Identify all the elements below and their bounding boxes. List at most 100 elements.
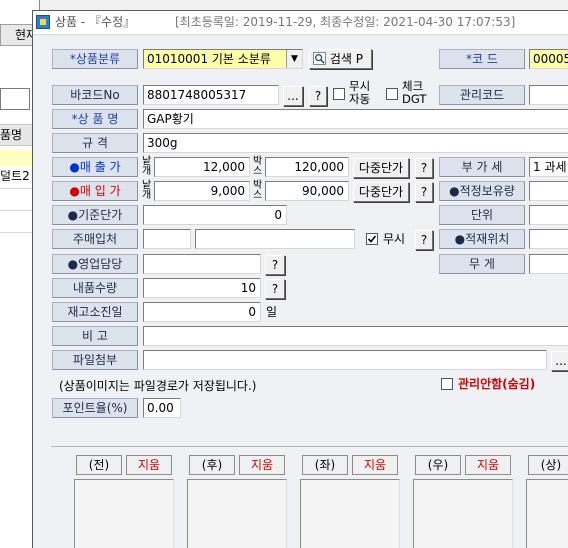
weight-label: 무 게 [439, 254, 525, 274]
category-select[interactable]: 01010001 기본 소분류 ▼ [143, 49, 303, 69]
search-button-label: 검색 P [329, 52, 363, 66]
image-front-delete-button[interactable]: 지움 [126, 455, 172, 475]
main-supplier-name-input[interactable] [195, 229, 355, 249]
spec-input[interactable]: 300g [143, 133, 568, 153]
sales-rep-label: ●영업담당 [52, 254, 138, 274]
sale-unit-price-input[interactable]: 12,000 [154, 157, 250, 177]
product-edit-window: 상품 - 『수정』 [최초등록일: 2019-11-29, 최종수정일: 202… [32, 10, 568, 548]
check-dgt-checkbox[interactable] [386, 88, 398, 100]
search-button[interactable]: 검색 P [309, 49, 372, 69]
image-right-delete-button[interactable]: 지움 [465, 455, 511, 475]
image-panel-top: (상) [524, 455, 568, 548]
sale-price-label: ●매 출 가 [52, 157, 138, 177]
image-top-box[interactable] [526, 479, 568, 548]
window-title: 상품 - 『수정』 [55, 15, 136, 29]
image-right-button[interactable]: (우) [415, 455, 461, 475]
image-left-delete-button[interactable]: 지움 [352, 455, 398, 475]
code-input[interactable]: 000057 [529, 49, 568, 69]
barcode-browse-button[interactable]: ... [283, 86, 303, 106]
buy-price-help-button[interactable]: ? [415, 182, 433, 202]
image-left-button[interactable]: (좌) [302, 455, 348, 475]
ignore-auto-label: 무시 자동 [349, 80, 370, 106]
vat-select[interactable]: 1 과세 [529, 157, 568, 177]
proper-stock-input[interactable] [529, 181, 568, 201]
category-value: 01010001 기본 소분류 [147, 52, 271, 66]
sales-rep-input[interactable] [143, 254, 261, 274]
image-front-button[interactable]: (전) [76, 455, 122, 475]
inner-qty-label: 내품수량 [52, 278, 138, 298]
product-name-input[interactable]: GAP황기 [143, 109, 568, 129]
mgmt-code-label: 관리코드 [439, 85, 525, 105]
base-price-input[interactable]: 0 [143, 205, 287, 225]
chevron-down-icon[interactable]: ▼ [286, 50, 302, 68]
sale-price-dot: ● [69, 160, 80, 174]
image-back-delete-button[interactable]: 지움 [239, 455, 285, 475]
sale-multi-price-button[interactable]: 다중단가 [353, 158, 409, 178]
stock-location-label: ●적재위치 [439, 229, 525, 249]
vat-label: 부 가 세 [439, 157, 525, 177]
image-top-button[interactable]: (상) [528, 455, 568, 475]
barcode-input[interactable]: 8801748005317 [143, 85, 279, 105]
barcode-help-button[interactable]: ? [309, 86, 327, 106]
sale-box-price-input[interactable]: 120,000 [265, 157, 349, 177]
image-path-note: (상품이미지는 파일경로가 저장됩니다.) [59, 379, 257, 393]
check-dgt-label: 체크 DGT [402, 80, 426, 106]
weight-input[interactable] [529, 254, 568, 274]
main-supplier-code-input[interactable] [143, 229, 191, 249]
sale-price-label-text: 매 출 가 [79, 160, 121, 174]
sale-box-caption: 박스 [253, 156, 263, 177]
inner-qty-help-button[interactable]: ? [265, 279, 285, 299]
hide-mgmt-checkbox[interactable] [441, 378, 453, 390]
ignore-auto-checkbox[interactable] [333, 88, 345, 100]
mgmt-code-input[interactable] [529, 85, 568, 105]
sale-unit-caption: 낱개 [142, 156, 152, 177]
unit-input[interactable] [529, 205, 568, 225]
sale-price-help-button[interactable]: ? [415, 158, 433, 178]
main-supplier-label: 주매입처 [52, 229, 138, 249]
point-rate-input[interactable]: 0.00 [143, 398, 181, 418]
note-label: 비 고 [52, 326, 138, 346]
attachment-input[interactable] [143, 350, 547, 370]
buy-unit-caption: 낱개 [142, 180, 152, 201]
inner-qty-input[interactable]: 10 [143, 278, 261, 298]
proper-stock-label: ●적정보유량 [439, 181, 525, 201]
image-panel-right: (우) 지움 [411, 455, 513, 548]
form-area: *상품분류 01010001 기본 소분류 ▼ 검색 P *코 드 000057… [33, 36, 568, 548]
buy-price-label-text: 매 입 가 [79, 184, 121, 198]
window-subtitle: [최초등록일: 2019-11-29, 최종수정일: 2021-04-30 17… [175, 15, 516, 29]
product-name-label: *상 품 명 [52, 109, 138, 129]
attachment-label: 파일첨부 [52, 350, 138, 370]
spec-label: 규 격 [52, 133, 138, 153]
stock-location-input[interactable] [529, 229, 568, 249]
title-bar[interactable]: 상품 - 『수정』 [최초등록일: 2019-11-29, 최종수정일: 202… [33, 11, 568, 35]
stock-days-input[interactable]: 0 [143, 302, 261, 322]
note-input[interactable] [143, 326, 568, 346]
point-rate-label: 포인트율(%) [52, 398, 138, 418]
check-dgt-line2: DGT [402, 92, 427, 106]
supplier-help-button[interactable]: ? [415, 230, 433, 250]
hide-mgmt-label: 관리안함(숨김) [458, 377, 536, 391]
checkmark-icon [367, 235, 377, 243]
buy-unit-price-input[interactable]: 9,000 [154, 181, 250, 201]
base-price-label: ●기준단가 [52, 205, 138, 225]
attachment-browse-button[interactable]: ... [551, 351, 568, 371]
image-panel-left: (좌) 지움 [298, 455, 400, 548]
image-back-button[interactable]: (후) [189, 455, 235, 475]
background-input[interactable] [0, 88, 30, 110]
supplier-ignore-checkbox[interactable] [366, 233, 378, 245]
image-panel-front: (전) 지움 [72, 455, 174, 548]
unit-label: 단위 [439, 205, 525, 225]
magnifier-icon [313, 52, 326, 65]
buy-multi-price-button[interactable]: 다중단가 [353, 182, 409, 202]
buy-box-caption: 박스 [253, 180, 263, 201]
category-label: *상품분류 [52, 49, 138, 69]
buy-box-price-input[interactable]: 90,000 [265, 181, 349, 201]
image-right-box[interactable] [413, 479, 513, 548]
image-left-box[interactable] [300, 479, 400, 548]
buy-price-dot: ● [69, 184, 80, 198]
image-back-box[interactable] [187, 479, 287, 548]
image-front-box[interactable] [74, 479, 174, 548]
app-icon [36, 15, 50, 29]
ignore-auto-line2: 자동 [349, 92, 371, 106]
sales-rep-help-button[interactable]: ? [265, 255, 285, 275]
